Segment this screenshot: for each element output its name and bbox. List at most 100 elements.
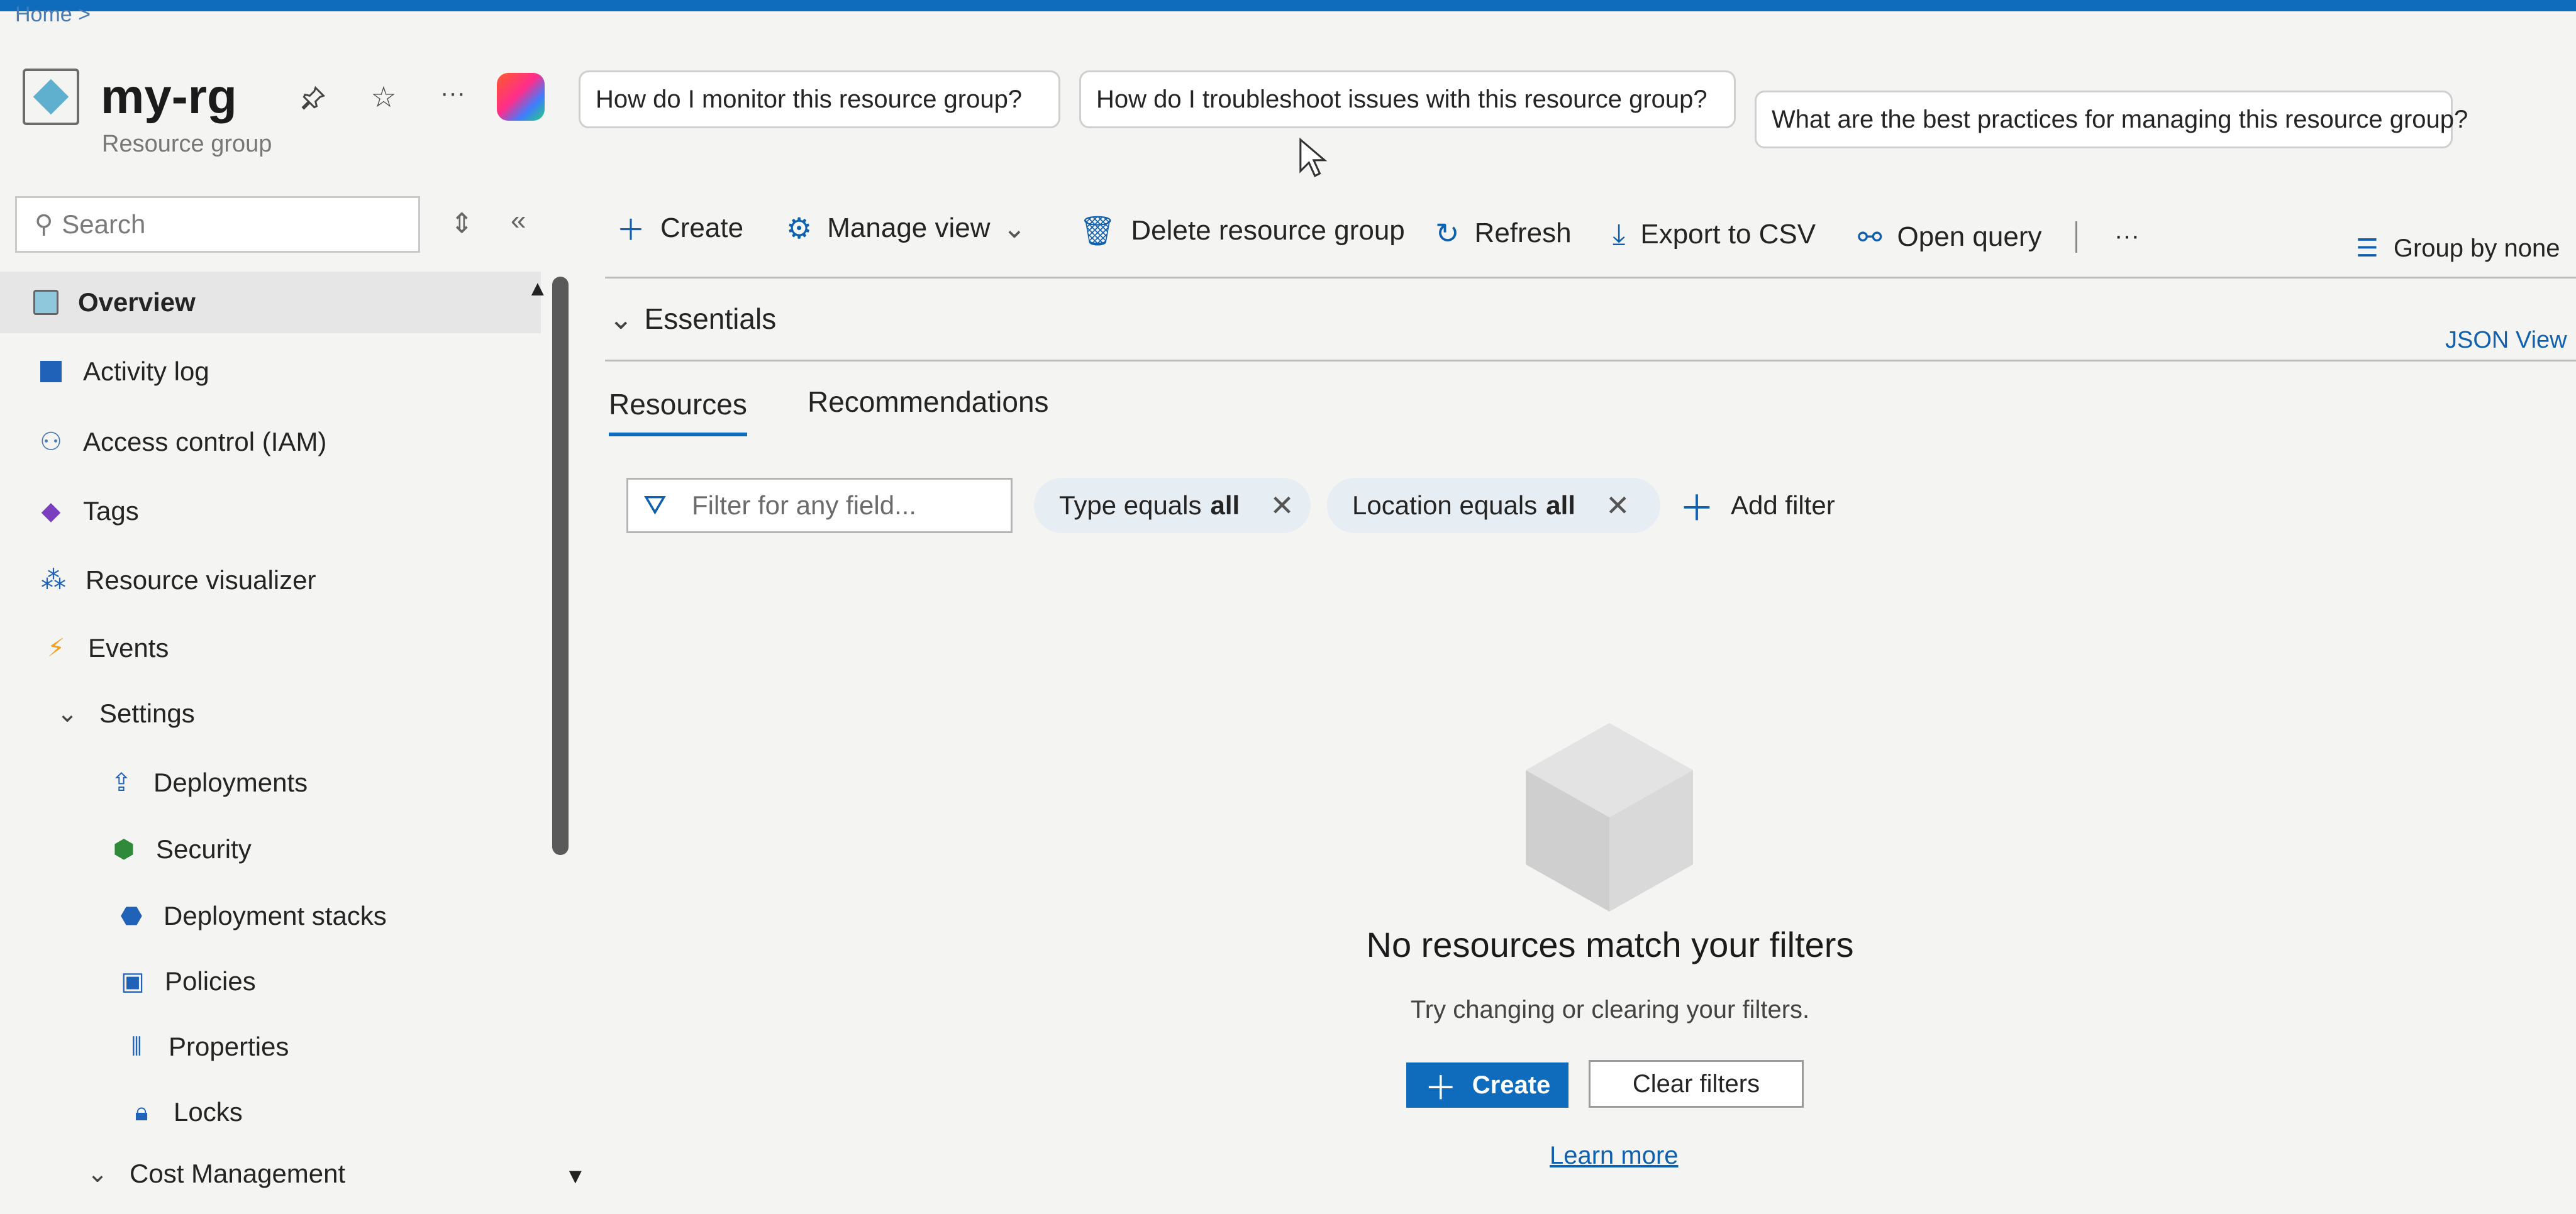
empty-create-label: Create <box>1472 1071 1551 1099</box>
sidebar-item-properties[interactable]: ⦀ Properties <box>0 1016 541 1078</box>
empty-state-subtitle: Try changing or clearing your filters. <box>1410 996 1810 1024</box>
copilot-icon[interactable] <box>497 73 545 121</box>
essentials-toggle[interactable]: ⌄ Essentials <box>609 302 776 336</box>
filter-input[interactable]: ⛛ Filter for any field... <box>626 478 1013 533</box>
sidebar-item-deployments[interactable]: ⇪ Deployments <box>0 752 541 814</box>
scroll-down-arrow-icon[interactable]: ▼ <box>565 1164 586 1189</box>
location-filter-label: Location equals <box>1352 490 1538 520</box>
delete-label: Delete resource group <box>1131 215 1405 246</box>
resource-type-label: Resource group <box>102 131 272 157</box>
type-filter-pill[interactable]: Type equals all ✕ <box>1034 478 1311 533</box>
add-filter-label: Add filter <box>1731 490 1835 520</box>
copilot-suggestion-1[interactable]: How do I monitor this resource group? <box>579 70 1060 128</box>
sidebar-item-resource-visualizer[interactable]: ⁂ Resource visualizer <box>0 549 541 611</box>
type-filter-value: all <box>1210 490 1240 520</box>
pin-icon[interactable] <box>294 79 332 117</box>
people-icon: ⚇ <box>40 428 62 456</box>
sidebar-item-security[interactable]: ⬢ Security <box>0 819 541 880</box>
lightning-icon: ⚡ <box>47 634 65 662</box>
open-query-button[interactable]: ⚯ Open query <box>1858 215 2041 259</box>
refresh-label: Refresh <box>1474 218 1572 248</box>
location-filter-pill[interactable]: Location equals all ✕ <box>1327 478 1660 533</box>
lock-icon: 🔒︎ <box>135 1098 148 1126</box>
mouse-cursor-icon <box>1299 137 1327 177</box>
refresh-icon: ↻ <box>1435 217 1460 250</box>
sidebar-item-label: Deployment stacks <box>164 901 387 930</box>
sidebar-scrollbar[interactable] <box>552 277 569 855</box>
shield-icon: ⬢ <box>113 836 135 863</box>
overview-icon <box>30 287 62 318</box>
stack-icon: ⬣ <box>120 902 143 930</box>
upload-icon: ⇪ <box>111 769 132 797</box>
open-query-label: Open query <box>1897 221 2042 252</box>
sidebar-item-locks[interactable]: 🔒︎ Locks <box>0 1081 541 1143</box>
sort-icon[interactable]: ⇕ <box>450 207 474 240</box>
sidebar-item-tags[interactable]: ◆ Tags <box>0 480 541 542</box>
essentials-divider <box>605 360 2576 361</box>
sidebar-item-label: Cost Management <box>130 1159 346 1188</box>
add-filter-button[interactable]: ＋ Add filter <box>1679 478 1835 533</box>
plus-icon: ＋ <box>616 214 645 246</box>
sidebar-item-activity-log[interactable]: Activity log <box>0 341 541 402</box>
json-view-link[interactable]: JSON View <box>2445 327 2567 354</box>
chevron-down-icon: ⌄ <box>1002 212 1026 244</box>
sidebar-item-label: Access control (IAM) <box>83 427 327 456</box>
gear-icon: ⚙ <box>786 212 813 245</box>
sidebar-group-cost-management[interactable]: ⌄ Cost Management <box>0 1143 541 1205</box>
sidebar-item-deployment-stacks[interactable]: ⬣ Deployment stacks <box>0 885 541 947</box>
scroll-up-arrow-icon[interactable]: ▲ <box>527 277 548 301</box>
breadcrumb-home[interactable]: Home <box>15 3 72 26</box>
sidebar-item-overview[interactable]: Overview <box>0 272 541 333</box>
empty-state-cube-icon <box>1526 723 1693 912</box>
activity-log-icon <box>35 356 67 387</box>
resource-header: my-rg <box>23 68 237 125</box>
manage-view-label: Manage view <box>827 212 991 243</box>
copilot-suggestion-2[interactable]: How do I troubleshoot issues with this r… <box>1079 70 1736 128</box>
collapse-sidebar-icon[interactable]: « <box>511 205 526 236</box>
close-icon[interactable]: ✕ <box>1606 488 1630 522</box>
star-icon[interactable]: ☆ <box>365 78 402 116</box>
copilot-suggestion-3[interactable]: What are the best practices for managing… <box>1755 91 2468 148</box>
sidebar-item-events[interactable]: ⚡ Events <box>0 617 541 679</box>
export-csv-button[interactable]: ⤓ Export to CSV <box>1613 212 1816 257</box>
list-icon: ☰ <box>2356 235 2379 262</box>
breadcrumb[interactable]: Home > <box>15 3 91 27</box>
clear-filters-button[interactable]: Clear filters <box>1589 1060 1804 1108</box>
visualizer-icon: ⁂ <box>41 566 66 594</box>
plus-icon: ＋ <box>1679 488 1714 528</box>
search-placeholder: Search <box>62 209 146 239</box>
toolbar-separator <box>2075 221 2077 253</box>
sidebar-item-label: Tags <box>83 496 139 526</box>
sidebar-item-policies[interactable]: ▣ Policies <box>0 951 541 1012</box>
empty-state-create-button[interactable]: ＋ Create <box>1406 1062 1568 1108</box>
tab-resources[interactable]: Resources <box>609 387 747 436</box>
type-filter-label: Type equals <box>1059 490 1202 520</box>
page-title: my-rg <box>101 69 237 124</box>
download-icon: ⤓ <box>1613 218 1626 250</box>
properties-icon: ⦀ <box>131 1032 142 1061</box>
close-icon[interactable]: ✕ <box>1270 488 1294 522</box>
sidebar-item-label: Security <box>156 834 252 864</box>
sidebar-item-label: Properties <box>169 1032 289 1061</box>
sidebar-item-label: Resource visualizer <box>86 565 316 595</box>
more-options-icon[interactable]: ··· <box>434 74 472 112</box>
filter-icon: ⛛ <box>643 490 667 521</box>
sidebar-search-input[interactable]: ⚲ Search <box>15 196 420 253</box>
portal-top-bar <box>0 0 2576 11</box>
essentials-label: Essentials <box>644 302 777 335</box>
tab-recommendations[interactable]: Recommendations <box>808 385 1049 419</box>
toolbar-more-icon[interactable]: ··· <box>2114 214 2140 258</box>
manage-view-button[interactable]: ⚙ Manage view ⌄ <box>786 206 1026 250</box>
refresh-button[interactable]: ↻ Refresh <box>1435 211 1572 255</box>
group-by-button[interactable]: ☰ Group by none <box>2356 226 2560 270</box>
toolbar-divider <box>605 277 2576 279</box>
create-button[interactable]: ＋ Create <box>616 206 743 250</box>
sidebar-item-label: Deployments <box>153 768 308 797</box>
tag-icon: ◆ <box>41 497 61 525</box>
delete-resource-group-button[interactable]: 🗑︎ Delete resource group <box>1079 209 1405 253</box>
group-by-label: Group by none <box>2393 234 2560 262</box>
learn-more-link[interactable]: Learn more <box>1550 1142 1679 1170</box>
sidebar-item-iam[interactable]: ⚇ Access control (IAM) <box>0 411 541 473</box>
search-icon: ⚲ <box>35 211 53 238</box>
sidebar-group-settings[interactable]: ⌄ Settings <box>0 683 541 744</box>
